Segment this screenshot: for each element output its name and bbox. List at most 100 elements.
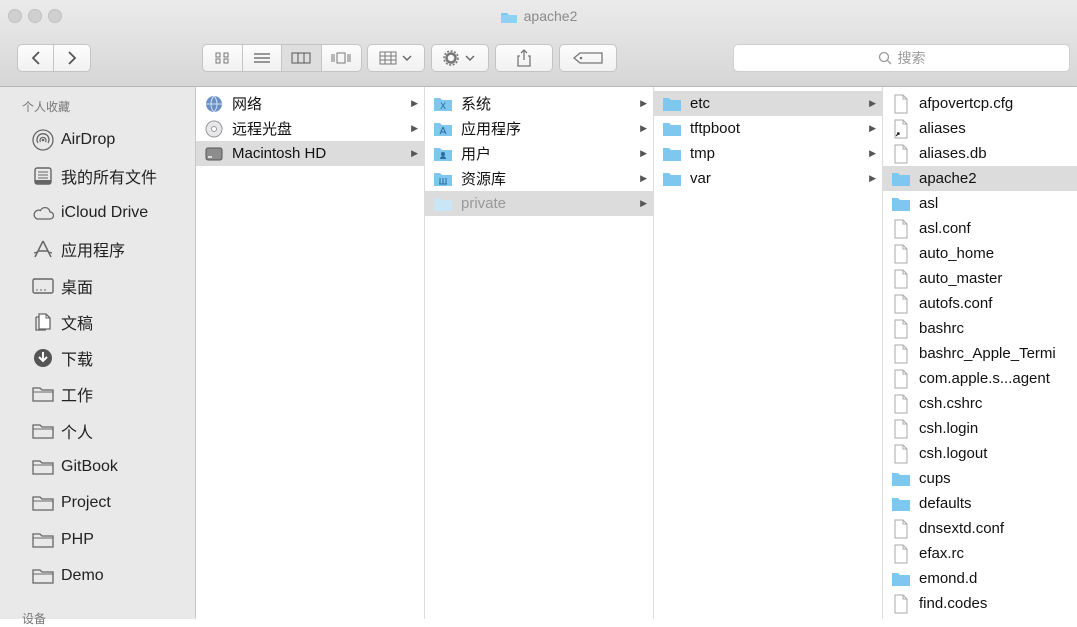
list-icon xyxy=(253,53,270,63)
list-item[interactable]: aliases.db xyxy=(883,141,1077,166)
list-item[interactable]: com.apple.s...agent xyxy=(883,366,1077,391)
sidebar-item-desktop[interactable]: 桌面 xyxy=(32,271,93,301)
list-item-tftpboot[interactable]: tftpboot ▶ xyxy=(654,116,882,141)
item-label: bashrc_Apple_Termi xyxy=(919,345,1056,362)
item-label: private xyxy=(461,195,507,212)
list-item-remote-disc[interactable]: 远程光盘 ▶ xyxy=(196,116,424,141)
file-icon xyxy=(891,94,911,113)
list-item[interactable]: csh.cshrc xyxy=(883,391,1077,416)
sidebar-item-personal[interactable]: 个人 xyxy=(32,416,93,446)
item-label: aliases xyxy=(919,120,966,137)
list-item[interactable]: auto_master xyxy=(883,266,1077,291)
list-item-system[interactable]: X 系统 ▶ xyxy=(425,91,653,116)
list-view-button[interactable] xyxy=(243,45,282,71)
list-item[interactable]: csh.logout xyxy=(883,441,1077,466)
item-label: emond.d xyxy=(919,570,978,587)
list-item-tmp[interactable]: tmp ▶ xyxy=(654,141,882,166)
sidebar-item-php[interactable]: PHP xyxy=(32,525,94,555)
folder-icon xyxy=(891,170,911,188)
list-item[interactable]: emond.d xyxy=(883,566,1077,591)
sidebar-item-documents[interactable]: 文稿 xyxy=(32,307,93,337)
window-title-text: apache2 xyxy=(523,8,578,24)
column-etc: afpovertcp.cfg aliases aliases.db apache2 as… xyxy=(883,87,1077,619)
icon-view-button[interactable] xyxy=(203,45,243,71)
folder-icon xyxy=(891,470,911,488)
sidebar-item-label: 我的所有文件 xyxy=(61,170,158,187)
item-label: 网络 xyxy=(232,96,263,113)
library-folder-icon xyxy=(433,170,453,188)
list-item[interactable]: asl.conf xyxy=(883,216,1077,241)
column-view-button[interactable] xyxy=(282,45,322,71)
file-icon xyxy=(891,219,911,238)
list-item-network[interactable]: 网络 ▶ xyxy=(196,91,424,116)
sidebar-item-work[interactable]: 工作 xyxy=(32,379,93,409)
item-label: 用户 xyxy=(461,146,492,163)
file-icon xyxy=(891,344,911,363)
arrange-icon xyxy=(379,51,412,65)
airdrop-icon xyxy=(32,129,54,151)
sidebar-item-downloads[interactable]: 下载 xyxy=(32,343,93,373)
sidebar-item-airdrop[interactable]: AirDrop xyxy=(32,125,115,155)
sidebar-item-gitbook[interactable]: GitBook xyxy=(32,452,118,482)
list-item[interactable]: cups xyxy=(883,466,1077,491)
arrange-button[interactable] xyxy=(367,44,425,72)
sidebar-item-label: Project xyxy=(61,494,111,511)
item-label: find.codes xyxy=(919,595,988,612)
item-label: csh.cshrc xyxy=(919,395,983,412)
list-item[interactable]: csh.login xyxy=(883,416,1077,441)
coverflow-icon xyxy=(331,52,351,64)
sidebar-item-all-files[interactable]: 我的所有文件 xyxy=(32,161,157,191)
disclosure-arrow-icon: ▶ xyxy=(411,98,418,108)
sidebar-item-label: iCloud Drive xyxy=(61,204,149,221)
list-item[interactable]: autofs.conf xyxy=(883,291,1077,316)
list-item[interactable]: bashrc xyxy=(883,316,1077,341)
list-item[interactable]: auto_home xyxy=(883,241,1077,266)
list-item[interactable]: find.codes xyxy=(883,591,1077,616)
folder-icon xyxy=(32,492,54,514)
cloud-icon xyxy=(32,202,54,224)
list-item[interactable]: dnsextd.conf xyxy=(883,516,1077,541)
list-item-users[interactable]: 用户 ▶ xyxy=(425,141,653,166)
sidebar-item-demo[interactable]: Demo xyxy=(32,561,104,591)
item-label: aliases.db xyxy=(919,145,987,162)
item-label: afpovertcp.cfg xyxy=(919,95,1014,112)
sidebar-item-label: PHP xyxy=(61,531,94,548)
list-item[interactable]: efax.rc xyxy=(883,541,1077,566)
list-item[interactable]: bashrc_Apple_Termi xyxy=(883,341,1077,366)
list-item-private[interactable]: private ▶ xyxy=(425,191,653,216)
list-item-var[interactable]: var ▶ xyxy=(654,166,882,191)
list-item[interactable]: asl xyxy=(883,191,1077,216)
sidebar: 个人收藏 AirDrop 我的所有文件 iCloud Drive 应用程序 桌面… xyxy=(0,87,196,626)
tag-icon xyxy=(572,52,603,64)
list-item-applications[interactable]: 应用程序 ▶ xyxy=(425,116,653,141)
sidebar-item-icloud-drive[interactable]: iCloud Drive xyxy=(32,198,148,228)
list-item[interactable]: afpovertcp.cfg xyxy=(883,91,1077,116)
sidebar-item-applications[interactable]: 应用程序 xyxy=(32,234,125,264)
list-item-library[interactable]: 资源库 ▶ xyxy=(425,166,653,191)
list-item[interactable]: aliases xyxy=(883,116,1077,141)
item-label: tftpboot xyxy=(690,120,741,137)
action-button[interactable] xyxy=(431,44,489,72)
folder-icon xyxy=(662,145,682,163)
item-label: defaults xyxy=(919,495,972,512)
list-item[interactable]: apache2 xyxy=(883,166,1077,191)
search-placeholder: 搜索 xyxy=(897,50,926,66)
tag-button[interactable] xyxy=(559,44,617,72)
list-item-macintosh-hd[interactable]: Macintosh HD ▶ xyxy=(196,141,424,166)
search-field[interactable]: 搜索 xyxy=(733,44,1070,72)
list-item[interactable]: defaults xyxy=(883,491,1077,516)
list-item-etc[interactable]: etc ▶ xyxy=(654,91,882,116)
folder-icon xyxy=(891,495,911,513)
file-icon xyxy=(891,594,911,613)
chevron-left-icon xyxy=(31,51,40,65)
coverflow-view-button[interactable] xyxy=(322,45,361,71)
documents-icon xyxy=(32,311,54,333)
share-button[interactable] xyxy=(495,44,553,72)
forward-button[interactable] xyxy=(54,45,90,71)
back-button[interactable] xyxy=(18,45,55,71)
disclosure-arrow-icon: ▶ xyxy=(640,123,647,133)
sidebar-item-project[interactable]: Project xyxy=(32,488,111,518)
folder-icon xyxy=(32,383,54,405)
sidebar-item-label: 应用程序 xyxy=(61,243,126,260)
disclosure-arrow-icon: ▶ xyxy=(869,123,876,133)
